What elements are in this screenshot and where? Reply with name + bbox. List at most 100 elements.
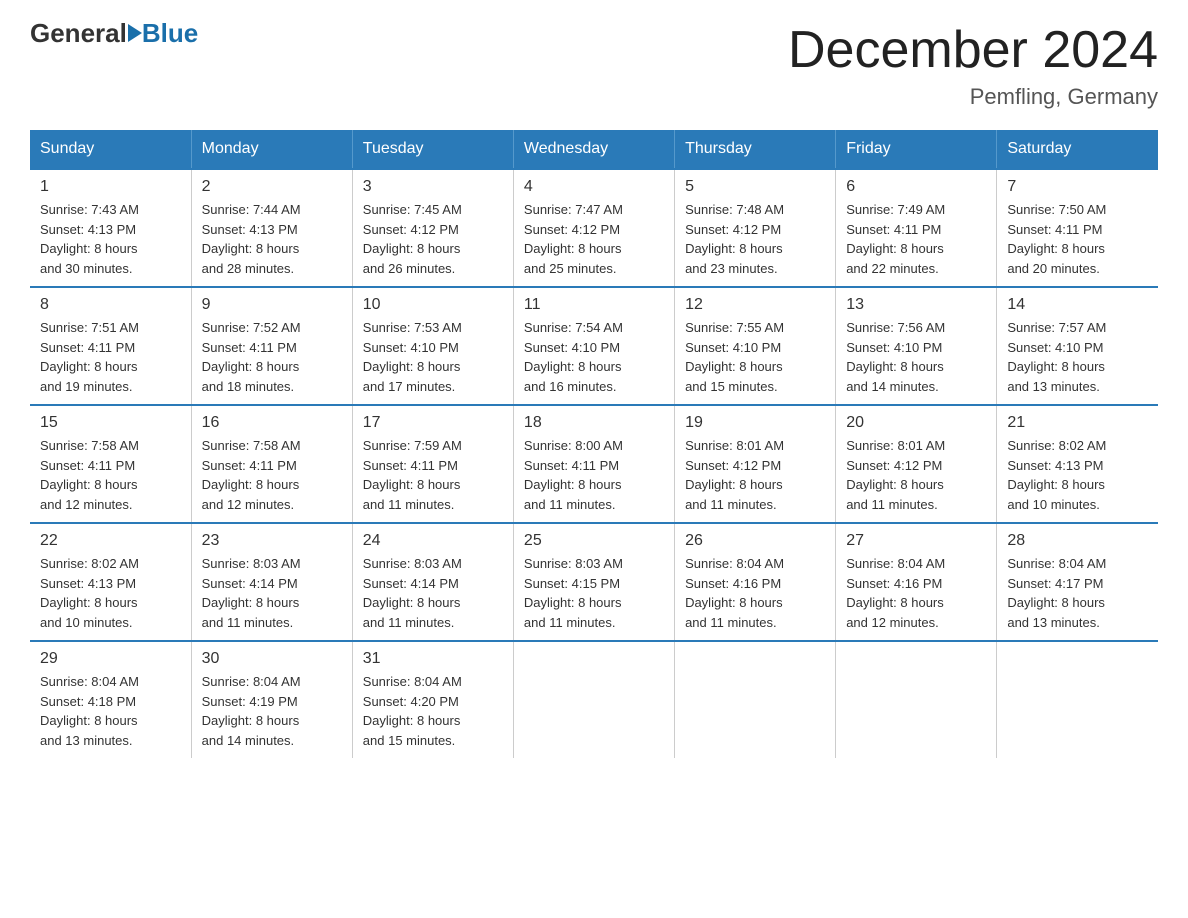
day-info: Sunrise: 7:53 AM Sunset: 4:10 PM Dayligh… — [363, 318, 503, 396]
day-number: 16 — [202, 414, 342, 432]
day-info: Sunrise: 8:04 AM Sunset: 4:17 PM Dayligh… — [1007, 554, 1148, 632]
day-info: Sunrise: 8:04 AM Sunset: 4:19 PM Dayligh… — [202, 672, 342, 750]
logo: General Blue — [30, 20, 198, 46]
day-info: Sunrise: 7:54 AM Sunset: 4:10 PM Dayligh… — [524, 318, 664, 396]
day-number: 23 — [202, 532, 342, 550]
day-info: Sunrise: 7:45 AM Sunset: 4:12 PM Dayligh… — [363, 200, 503, 278]
table-row: 13 Sunrise: 7:56 AM Sunset: 4:10 PM Dayl… — [836, 287, 997, 405]
day-info: Sunrise: 7:59 AM Sunset: 4:11 PM Dayligh… — [363, 436, 503, 514]
table-row: 15 Sunrise: 7:58 AM Sunset: 4:11 PM Dayl… — [30, 405, 191, 523]
day-number: 30 — [202, 650, 342, 668]
table-row: 16 Sunrise: 7:58 AM Sunset: 4:11 PM Dayl… — [191, 405, 352, 523]
day-info: Sunrise: 7:47 AM Sunset: 4:12 PM Dayligh… — [524, 200, 664, 278]
day-number: 18 — [524, 414, 664, 432]
day-number: 27 — [846, 532, 986, 550]
day-number: 1 — [40, 178, 181, 196]
day-number: 31 — [363, 650, 503, 668]
table-row: 12 Sunrise: 7:55 AM Sunset: 4:10 PM Dayl… — [675, 287, 836, 405]
table-row: 1 Sunrise: 7:43 AM Sunset: 4:13 PM Dayli… — [30, 169, 191, 287]
table-row — [675, 641, 836, 758]
col-thursday: Thursday — [675, 130, 836, 169]
day-number: 3 — [363, 178, 503, 196]
table-row: 5 Sunrise: 7:48 AM Sunset: 4:12 PM Dayli… — [675, 169, 836, 287]
table-row: 11 Sunrise: 7:54 AM Sunset: 4:10 PM Dayl… — [513, 287, 674, 405]
day-info: Sunrise: 7:51 AM Sunset: 4:11 PM Dayligh… — [40, 318, 181, 396]
day-number: 15 — [40, 414, 181, 432]
day-info: Sunrise: 8:04 AM Sunset: 4:18 PM Dayligh… — [40, 672, 181, 750]
location-label: Pemfling, Germany — [788, 84, 1158, 110]
day-number: 2 — [202, 178, 342, 196]
day-number: 19 — [685, 414, 825, 432]
day-info: Sunrise: 7:58 AM Sunset: 4:11 PM Dayligh… — [40, 436, 181, 514]
day-info: Sunrise: 7:48 AM Sunset: 4:12 PM Dayligh… — [685, 200, 825, 278]
table-row: 17 Sunrise: 7:59 AM Sunset: 4:11 PM Dayl… — [352, 405, 513, 523]
calendar-table: Sunday Monday Tuesday Wednesday Thursday… — [30, 130, 1158, 758]
day-info: Sunrise: 8:04 AM Sunset: 4:20 PM Dayligh… — [363, 672, 503, 750]
table-row: 4 Sunrise: 7:47 AM Sunset: 4:12 PM Dayli… — [513, 169, 674, 287]
table-row: 27 Sunrise: 8:04 AM Sunset: 4:16 PM Dayl… — [836, 523, 997, 641]
day-info: Sunrise: 8:01 AM Sunset: 4:12 PM Dayligh… — [685, 436, 825, 514]
day-info: Sunrise: 7:44 AM Sunset: 4:13 PM Dayligh… — [202, 200, 342, 278]
day-info: Sunrise: 8:01 AM Sunset: 4:12 PM Dayligh… — [846, 436, 986, 514]
day-info: Sunrise: 7:55 AM Sunset: 4:10 PM Dayligh… — [685, 318, 825, 396]
day-info: Sunrise: 7:49 AM Sunset: 4:11 PM Dayligh… — [846, 200, 986, 278]
day-number: 11 — [524, 296, 664, 314]
day-number: 10 — [363, 296, 503, 314]
table-row: 2 Sunrise: 7:44 AM Sunset: 4:13 PM Dayli… — [191, 169, 352, 287]
table-row: 24 Sunrise: 8:03 AM Sunset: 4:14 PM Dayl… — [352, 523, 513, 641]
day-info: Sunrise: 7:52 AM Sunset: 4:11 PM Dayligh… — [202, 318, 342, 396]
table-row: 14 Sunrise: 7:57 AM Sunset: 4:10 PM Dayl… — [997, 287, 1158, 405]
day-number: 13 — [846, 296, 986, 314]
day-number: 20 — [846, 414, 986, 432]
table-row: 28 Sunrise: 8:04 AM Sunset: 4:17 PM Dayl… — [997, 523, 1158, 641]
day-info: Sunrise: 8:02 AM Sunset: 4:13 PM Dayligh… — [1007, 436, 1148, 514]
col-wednesday: Wednesday — [513, 130, 674, 169]
col-tuesday: Tuesday — [352, 130, 513, 169]
col-sunday: Sunday — [30, 130, 191, 169]
day-number: 24 — [363, 532, 503, 550]
day-number: 5 — [685, 178, 825, 196]
table-row: 6 Sunrise: 7:49 AM Sunset: 4:11 PM Dayli… — [836, 169, 997, 287]
table-row: 31 Sunrise: 8:04 AM Sunset: 4:20 PM Dayl… — [352, 641, 513, 758]
table-row: 18 Sunrise: 8:00 AM Sunset: 4:11 PM Dayl… — [513, 405, 674, 523]
table-row: 29 Sunrise: 8:04 AM Sunset: 4:18 PM Dayl… — [30, 641, 191, 758]
day-info: Sunrise: 8:00 AM Sunset: 4:11 PM Dayligh… — [524, 436, 664, 514]
table-row: 19 Sunrise: 8:01 AM Sunset: 4:12 PM Dayl… — [675, 405, 836, 523]
day-info: Sunrise: 7:50 AM Sunset: 4:11 PM Dayligh… — [1007, 200, 1148, 278]
table-row: 22 Sunrise: 8:02 AM Sunset: 4:13 PM Dayl… — [30, 523, 191, 641]
table-row: 25 Sunrise: 8:03 AM Sunset: 4:15 PM Dayl… — [513, 523, 674, 641]
table-row: 21 Sunrise: 8:02 AM Sunset: 4:13 PM Dayl… — [997, 405, 1158, 523]
col-friday: Friday — [836, 130, 997, 169]
logo-general-text: General — [30, 20, 127, 46]
day-info: Sunrise: 8:04 AM Sunset: 4:16 PM Dayligh… — [846, 554, 986, 632]
day-number: 14 — [1007, 296, 1148, 314]
table-row: 26 Sunrise: 8:04 AM Sunset: 4:16 PM Dayl… — [675, 523, 836, 641]
day-number: 6 — [846, 178, 986, 196]
day-info: Sunrise: 8:03 AM Sunset: 4:15 PM Dayligh… — [524, 554, 664, 632]
day-number: 26 — [685, 532, 825, 550]
calendar-header: Sunday Monday Tuesday Wednesday Thursday… — [30, 130, 1158, 169]
table-row: 20 Sunrise: 8:01 AM Sunset: 4:12 PM Dayl… — [836, 405, 997, 523]
table-row: 10 Sunrise: 7:53 AM Sunset: 4:10 PM Dayl… — [352, 287, 513, 405]
day-info: Sunrise: 7:56 AM Sunset: 4:10 PM Dayligh… — [846, 318, 986, 396]
table-row: 9 Sunrise: 7:52 AM Sunset: 4:11 PM Dayli… — [191, 287, 352, 405]
day-number: 7 — [1007, 178, 1148, 196]
table-row — [997, 641, 1158, 758]
table-row: 7 Sunrise: 7:50 AM Sunset: 4:11 PM Dayli… — [997, 169, 1158, 287]
table-row: 3 Sunrise: 7:45 AM Sunset: 4:12 PM Dayli… — [352, 169, 513, 287]
day-number: 28 — [1007, 532, 1148, 550]
day-number: 25 — [524, 532, 664, 550]
day-info: Sunrise: 8:04 AM Sunset: 4:16 PM Dayligh… — [685, 554, 825, 632]
table-row: 8 Sunrise: 7:51 AM Sunset: 4:11 PM Dayli… — [30, 287, 191, 405]
day-number: 29 — [40, 650, 181, 668]
day-number: 12 — [685, 296, 825, 314]
logo-blue-text: Blue — [142, 20, 198, 46]
day-info: Sunrise: 8:03 AM Sunset: 4:14 PM Dayligh… — [363, 554, 503, 632]
page-header: General Blue December 2024 Pemfling, Germ… — [30, 20, 1158, 110]
table-row: 30 Sunrise: 8:04 AM Sunset: 4:19 PM Dayl… — [191, 641, 352, 758]
month-title: December 2024 — [788, 20, 1158, 80]
day-info: Sunrise: 7:57 AM Sunset: 4:10 PM Dayligh… — [1007, 318, 1148, 396]
day-info: Sunrise: 7:43 AM Sunset: 4:13 PM Dayligh… — [40, 200, 181, 278]
calendar-body: 1 Sunrise: 7:43 AM Sunset: 4:13 PM Dayli… — [30, 169, 1158, 758]
day-number: 8 — [40, 296, 181, 314]
